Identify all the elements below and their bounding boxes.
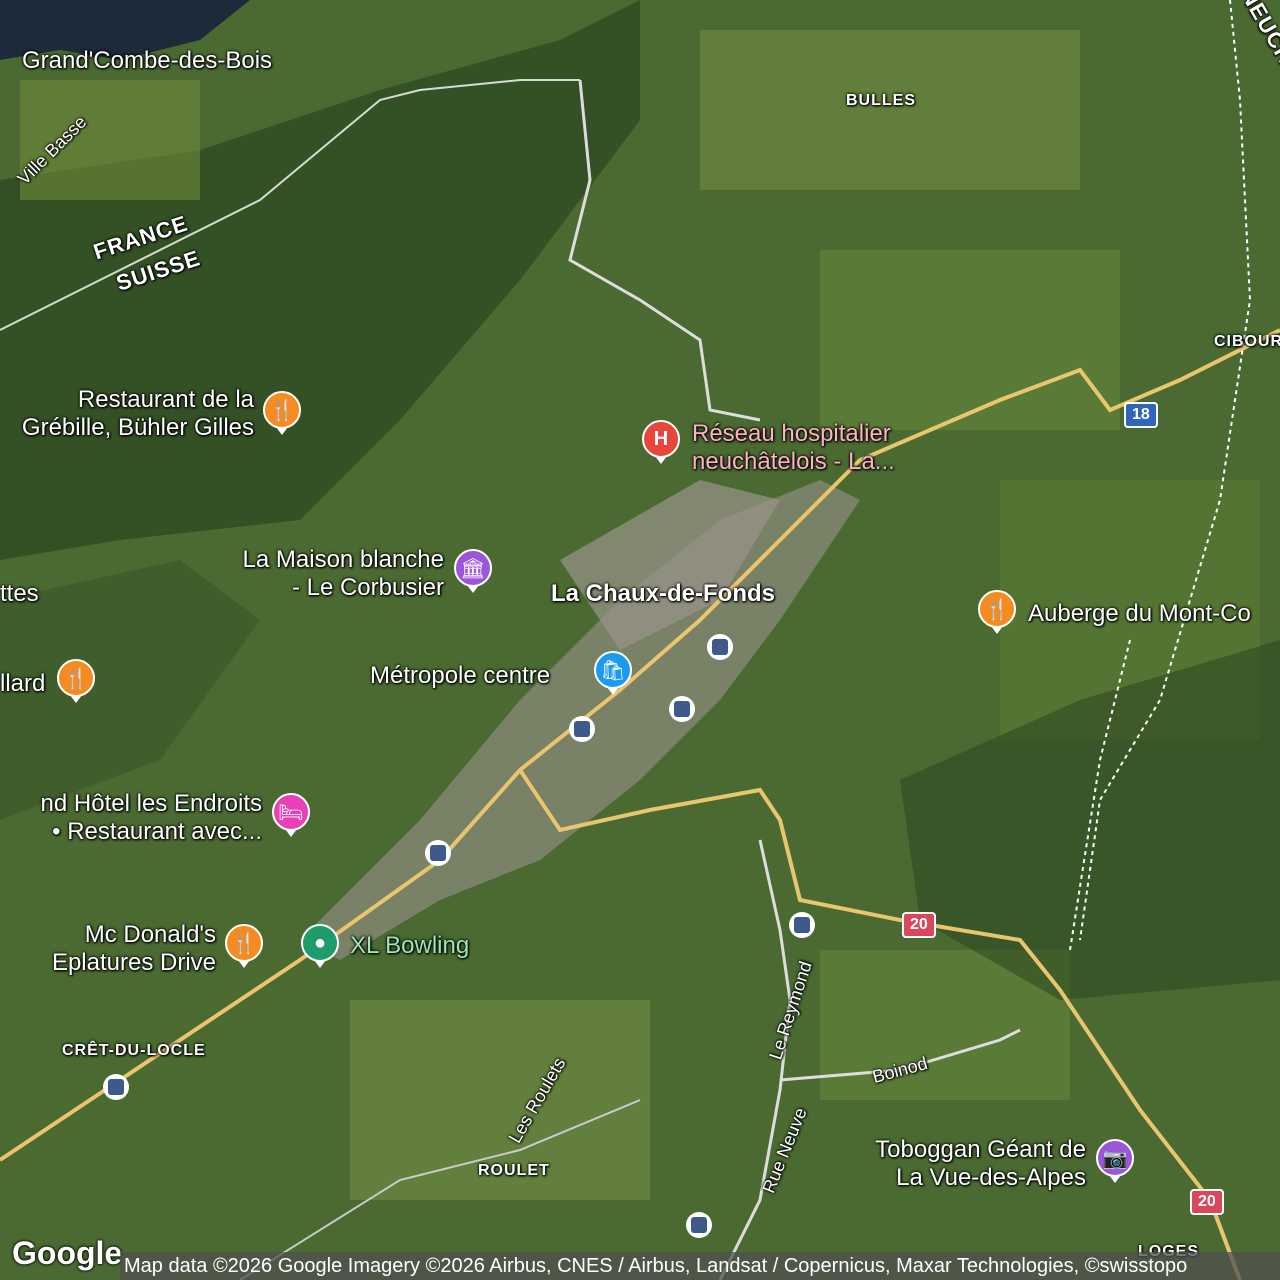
- route-18-shield: 18: [1124, 402, 1158, 428]
- auberge-restaurant-pin-icon[interactable]: 🍴: [978, 590, 1016, 628]
- poi-toboggan-line2: La Vue-des-Alpes: [896, 1164, 1086, 1191]
- train-station-icon[interactable]: [425, 840, 451, 866]
- place-cret-du-locle: CRÊT-DU-LOCLE: [62, 1042, 206, 1059]
- bowling-pin-icon[interactable]: ●: [301, 924, 339, 962]
- museum-pin-icon[interactable]: 🏛: [454, 549, 492, 587]
- poi-hotel-line1: nd Hôtel les Endroits: [40, 790, 262, 817]
- hospital-pin-icon[interactable]: H: [642, 420, 680, 458]
- poi-hospital-label: Réseau hospitalier neuchâtelois - La...: [692, 420, 895, 476]
- train-station-icon[interactable]: [669, 696, 695, 722]
- poi-metropole-label: Métropole centre: [370, 662, 551, 689]
- train-station-icon[interactable]: [569, 716, 595, 742]
- place-la-chaux-de-fonds: La Chaux-de-Fonds: [551, 580, 776, 607]
- map-attribution[interactable]: Map data ©2026 Google Imagery ©2026 Airb…: [120, 1252, 1280, 1280]
- place-grand-combe: Grand'Combe-des-Bois: [22, 47, 273, 74]
- place-roulet: ROULET: [478, 1162, 550, 1179]
- shopping-pin-icon[interactable]: 🛍: [594, 651, 632, 689]
- poi-mcdonalds-label: Mc Donald's Eplatures Drive: [0, 921, 216, 977]
- train-station-icon[interactable]: [789, 912, 815, 938]
- poi-hospital-line1: Réseau hospitalier: [692, 420, 891, 447]
- camera-pin-icon[interactable]: 📷: [1096, 1139, 1134, 1177]
- route-20-shield-south: 20: [1190, 1189, 1224, 1215]
- mcdonalds-pin-icon[interactable]: 🍴: [225, 924, 263, 962]
- poi-bowling-label: XL Bowling: [350, 932, 470, 959]
- poi-auberge-label: Auberge du Mont-Co: [1028, 600, 1251, 627]
- restaurant-pin-icon[interactable]: 🍴: [263, 391, 301, 429]
- poi-restaurant-grebille-label: Restaurant de la Grébille, Bühler Gilles: [0, 386, 254, 442]
- train-station-icon[interactable]: [707, 634, 733, 660]
- satellite-map[interactable]: [0, 0, 1280, 1280]
- restaurant-llard-pin-icon[interactable]: 🍴: [57, 659, 95, 697]
- poi-hospital-line2: neuchâtelois - La...: [692, 448, 895, 475]
- route-20-shield: 20: [902, 912, 936, 938]
- poi-toboggan-label: Toboggan Géant de La Vue-des-Alpes: [820, 1136, 1086, 1192]
- poi-hotel-line2: • Restaurant avec...: [52, 818, 262, 845]
- poi-maison-blanche-label: La Maison blanche - Le Corbusier: [180, 546, 444, 602]
- poi-hotel-label: nd Hôtel les Endroits • Restaurant avec.…: [0, 790, 262, 846]
- place-ttes: ttes: [0, 580, 39, 607]
- poi-restaurant-grebille-line1: Restaurant de la: [77, 386, 254, 413]
- poi-llard-label: llard: [0, 670, 46, 697]
- poi-restaurant-grebille-line2: Grébille, Bühler Gilles: [21, 414, 254, 441]
- train-station-icon[interactable]: [686, 1212, 712, 1238]
- poi-mcdonalds-line1: Mc Donald's: [84, 921, 216, 948]
- poi-mcdonalds-line2: Eplatures Drive: [51, 949, 216, 976]
- place-bulles: BULLES: [846, 92, 916, 109]
- poi-maison-blanche-line2: - Le Corbusier: [291, 574, 444, 601]
- place-cibourg: CIBOURG: [1214, 333, 1280, 350]
- train-station-icon[interactable]: [103, 1074, 129, 1100]
- google-logo: Google: [12, 1235, 123, 1271]
- hotel-pin-icon[interactable]: 🛏: [272, 793, 310, 831]
- poi-maison-blanche-line1: La Maison blanche: [242, 546, 444, 573]
- poi-toboggan-line1: Toboggan Géant de: [875, 1136, 1086, 1163]
